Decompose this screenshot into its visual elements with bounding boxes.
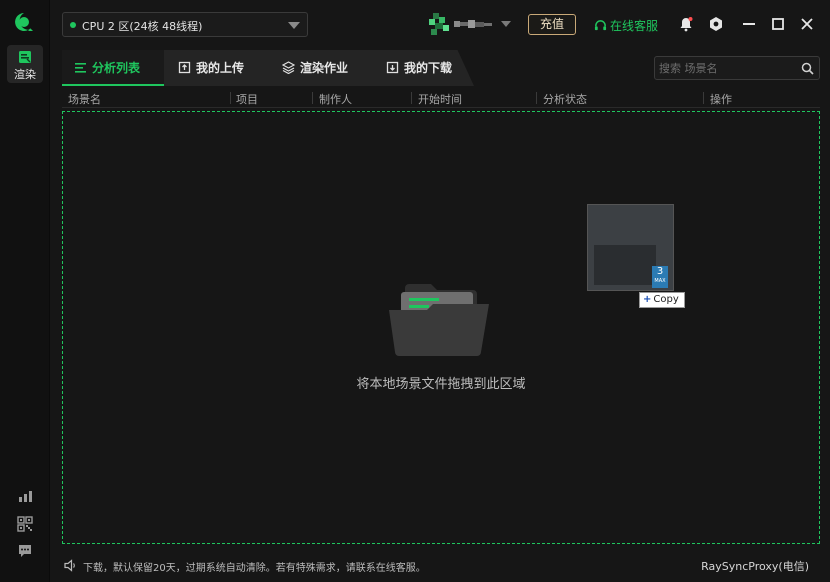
- list-icon: [75, 63, 86, 73]
- avatar[interactable]: [429, 13, 451, 35]
- column-divider: [703, 92, 704, 104]
- download-icon: [386, 61, 399, 74]
- column-header-start-time[interactable]: 开始时间: [418, 91, 462, 107]
- upload-icon: [178, 61, 191, 74]
- column-header-actions: 操作: [710, 93, 732, 106]
- column-divider: [230, 92, 231, 104]
- speaker-icon: [64, 559, 75, 572]
- column-header-scene-name[interactable]: 场景名: [68, 91, 101, 107]
- search-input[interactable]: [659, 60, 797, 76]
- tab-label: 我的上传: [196, 61, 245, 75]
- tab-label: 分析列表: [92, 61, 141, 75]
- status-bar: 下载，默认保留20天，过期系统自动清除。若有特殊需求，请联系在线客服。 RayS…: [50, 550, 830, 582]
- tab-label: 渲染作业: [300, 61, 349, 75]
- tab-label: 我的下载: [404, 61, 453, 75]
- badge-sub: MAX: [654, 278, 666, 284]
- thumbnail-preview: [594, 245, 656, 285]
- top-bar: CPU 2 区(24核 48线程) 充值 在线客服: [50, 0, 830, 50]
- render-icon: [19, 51, 31, 63]
- status-dot-icon: [70, 22, 76, 28]
- copy-label: Copy: [653, 294, 679, 305]
- chevron-down-icon: [288, 22, 300, 29]
- search-box: [654, 56, 820, 80]
- proxy-status[interactable]: RaySyncProxy(电信): [701, 558, 809, 574]
- column-header-analysis-status[interactable]: 分析状态: [543, 91, 587, 107]
- column-header-project[interactable]: 项目: [236, 91, 258, 107]
- recharge-button[interactable]: 充值: [528, 14, 576, 35]
- layers-icon: [282, 61, 295, 74]
- cpu-zone-label: CPU 2 区(24核 48线程): [82, 20, 203, 33]
- tab-render-jobs[interactable]: 渲染作业: [270, 50, 372, 86]
- table-header: 场景名 项目 制作人 开始时间 分析状态 操作: [62, 88, 820, 108]
- user-name-pixelated: [454, 20, 492, 28]
- headset-icon: [594, 20, 607, 31]
- search-icon[interactable]: [801, 62, 814, 75]
- online-support-label: 在线客服: [610, 19, 659, 33]
- bell-icon[interactable]: [678, 16, 694, 32]
- tab-my-uploads[interactable]: 我的上传: [166, 50, 268, 86]
- left-rail: 渲染: [0, 0, 50, 582]
- drop-zone-hint: 将本地场景文件拖拽到此区域: [356, 377, 526, 392]
- tab-my-downloads[interactable]: 我的下载: [374, 50, 474, 86]
- tab-analysis-list[interactable]: 分析列表: [62, 50, 164, 86]
- badge-number: 3: [656, 266, 664, 277]
- settings-gear-icon[interactable]: [708, 16, 724, 32]
- 3ds-max-file-badge: 3 MAX: [652, 266, 668, 288]
- column-divider: [536, 92, 537, 104]
- maximize-icon[interactable]: [770, 16, 786, 32]
- chat-icon[interactable]: [17, 543, 33, 559]
- rail-item-render-label: 渲染: [14, 68, 36, 81]
- plus-icon: +: [643, 294, 652, 305]
- online-support-link[interactable]: 在线客服: [594, 17, 658, 34]
- app-logo-icon: [15, 13, 33, 31]
- close-icon[interactable]: [799, 16, 815, 32]
- column-header-producer[interactable]: 制作人: [319, 91, 352, 107]
- chart-icon[interactable]: [17, 488, 33, 504]
- minimize-icon[interactable]: [741, 16, 757, 32]
- copy-drag-tooltip: + Copy: [639, 292, 685, 308]
- qr-code-icon[interactable]: [17, 516, 33, 532]
- cpu-zone-select[interactable]: CPU 2 区(24核 48线程): [62, 12, 308, 37]
- status-message: 下载，默认保留20天，过期系统自动清除。若有特殊需求，请联系在线客服。: [83, 563, 426, 574]
- user-menu-chevron-icon[interactable]: [501, 21, 511, 27]
- column-divider: [411, 92, 412, 104]
- rail-item-render[interactable]: 渲染: [7, 45, 43, 83]
- column-divider: [312, 92, 313, 104]
- folder-icon: [389, 284, 489, 356]
